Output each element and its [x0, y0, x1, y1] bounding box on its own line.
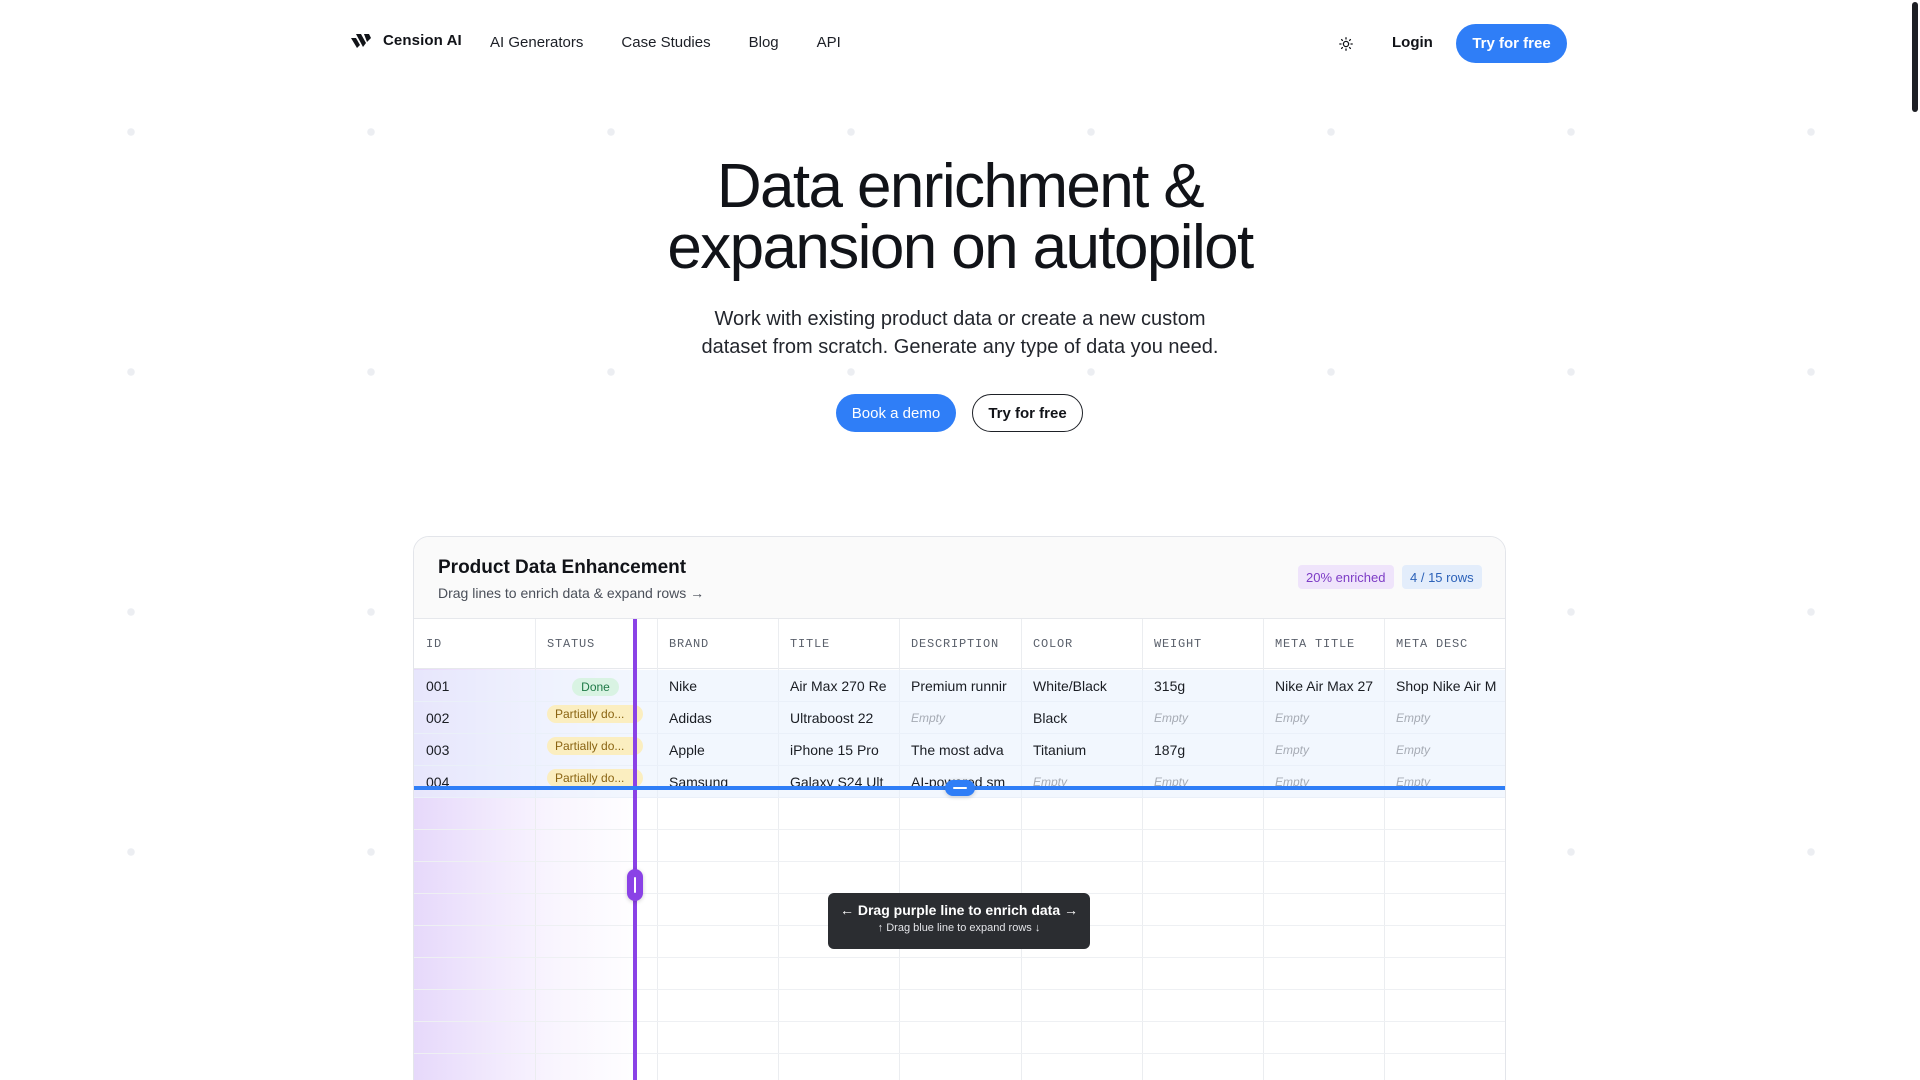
- sun-icon: [1339, 37, 1353, 51]
- cell-brand: Samsung: [669, 774, 729, 790]
- login-link[interactable]: Login: [1392, 34, 1433, 51]
- cell-weight: Empty: [1154, 775, 1189, 789]
- card-title: Product Data Enhancement: [438, 557, 687, 578]
- row-divider: [414, 1053, 1505, 1054]
- product-data-card: Product Data Enhancement Drag lines to e…: [413, 536, 1506, 1080]
- try-for-free-button[interactable]: Try for free: [972, 394, 1083, 432]
- card-hint: Drag lines to enrich data & expand rows …: [438, 585, 705, 601]
- hero-subtitle-line2: dataset from scratch. Generate any type …: [701, 336, 1219, 358]
- cell-description: Premium runnir: [911, 678, 1007, 694]
- try-for-free-nav-button[interactable]: Try for free: [1456, 24, 1567, 63]
- cell-meta-desc: Empty: [1396, 743, 1431, 757]
- column-divider: [1505, 619, 1506, 1080]
- cell-meta-desc: Empty: [1396, 775, 1431, 789]
- nav-link-case-studies[interactable]: Case Studies: [621, 34, 710, 51]
- column-header-brand: BRAND: [669, 637, 710, 651]
- column-header-status: STATUS: [547, 637, 596, 651]
- hero-subtitle-line1: Work with existing product data or creat…: [714, 308, 1206, 330]
- expand-drag-handle[interactable]: [945, 780, 975, 796]
- theme-toggle-button[interactable]: [1336, 34, 1356, 54]
- cell-meta-desc: Shop Nike Air M: [1396, 678, 1497, 694]
- tooltip-line-expand: ↑ Drag blue line to expand rows ↓: [877, 922, 1041, 934]
- cell-meta-title: Nike Air Max 27: [1275, 678, 1374, 694]
- cell-meta-title: Empty: [1275, 711, 1310, 725]
- rows-badge: 4 / 15 rows: [1402, 565, 1482, 589]
- status-badge: Partially do...: [547, 737, 643, 755]
- cell-weight: Empty: [1154, 711, 1189, 725]
- cell-title: Ultraboost 22: [790, 710, 874, 726]
- column-header-meta-desc: META DESC: [1396, 637, 1469, 651]
- scrollbar-thumb[interactable]: [1912, 2, 1918, 112]
- cell-brand: Adidas: [669, 710, 712, 726]
- nav-link-blog[interactable]: Blog: [749, 34, 779, 51]
- card-header: Product Data Enhancement Drag lines to e…: [414, 537, 1505, 619]
- column-header-description: DESCRIPTION: [911, 637, 1000, 651]
- table-row[interactable]: 001 Done Nike Air Max 270 Re Premium run…: [414, 670, 1505, 702]
- column-header-meta-title: META TITLE: [1275, 637, 1356, 651]
- cell-id: 003: [426, 742, 450, 758]
- brand-logo[interactable]: Cension AI: [351, 32, 462, 49]
- column-header-weight: WEIGHT: [1154, 637, 1203, 651]
- top-nav: Cension AI AI Generators Case Studies Bl…: [0, 0, 1920, 88]
- cell-color: Titanium: [1033, 742, 1087, 758]
- column-header-color: COLOR: [1033, 637, 1074, 651]
- hero-title: Data enrichment & expansion on autopilot: [560, 156, 1360, 279]
- cell-weight: 187g: [1154, 742, 1186, 758]
- row-divider: [414, 829, 1505, 830]
- hero-title-line1: Data enrichment &: [716, 152, 1205, 221]
- cell-id: 001: [426, 678, 450, 694]
- row-divider: [414, 957, 1505, 958]
- nav-link-api[interactable]: API: [817, 34, 841, 51]
- hero-subtitle: Work with existing product data or creat…: [660, 305, 1260, 361]
- cell-description: The most adva: [911, 742, 1004, 758]
- cell-meta-title: Empty: [1275, 775, 1310, 789]
- cell-brand: Apple: [669, 742, 705, 758]
- status-badge: Done: [572, 678, 619, 696]
- cension-logo-icon: [351, 33, 371, 48]
- hero-title-line2: expansion on autopilot: [667, 213, 1254, 282]
- row-divider: [414, 861, 1505, 862]
- cell-weight: 315g: [1154, 678, 1186, 694]
- book-demo-button[interactable]: Book a demo: [836, 394, 956, 432]
- enriched-badge: 20% enriched: [1298, 565, 1394, 589]
- nav-links: AI Generators Case Studies Blog API: [490, 34, 841, 51]
- cell-id: 002: [426, 710, 450, 726]
- row-divider: [414, 1021, 1505, 1022]
- status-badge: Partially do...: [547, 705, 643, 723]
- cell-title: iPhone 15 Pro: [790, 742, 879, 758]
- row-divider: [414, 989, 1505, 990]
- table-header: ID STATUS BRAND TITLE DESCRIPTION COLOR …: [414, 619, 1505, 669]
- cell-color: Black: [1033, 710, 1068, 726]
- table-row[interactable]: 003 Partially do... Apple iPhone 15 Pro …: [414, 734, 1505, 766]
- table-row[interactable]: 002 Partially do... Adidas Ultraboost 22…: [414, 702, 1505, 734]
- drag-instructions-tooltip: ← Drag purple line to enrich data → ↑ Dr…: [828, 893, 1090, 949]
- status-badge: Partially do...: [547, 769, 643, 787]
- tooltip-line-enrich: ← Drag purple line to enrich data →: [839, 902, 1079, 918]
- column-header-title: TITLE: [790, 637, 831, 651]
- cell-status: Partially do...: [535, 702, 656, 734]
- cell-color: Empty: [1033, 775, 1068, 789]
- cell-meta-desc: Empty: [1396, 711, 1431, 725]
- cell-status: Partially do...: [535, 734, 656, 766]
- column-header-id: ID: [426, 637, 443, 651]
- cell-id: 004: [426, 774, 450, 790]
- page-scrollbar[interactable]: [1908, 0, 1920, 1080]
- cell-status: Partially do...: [535, 766, 656, 798]
- nav-link-ai-generators[interactable]: AI Generators: [490, 34, 583, 51]
- cell-description: Empty: [911, 711, 946, 725]
- enrich-drag-handle[interactable]: [627, 869, 643, 901]
- cell-title: Air Max 270 Re: [790, 678, 887, 694]
- data-grid: ID STATUS BRAND TITLE DESCRIPTION COLOR …: [414, 619, 1506, 1080]
- cell-brand: Nike: [669, 678, 698, 694]
- cell-meta-title: Empty: [1275, 743, 1310, 757]
- cell-color: White/Black: [1033, 678, 1107, 694]
- brand-name: Cension AI: [383, 32, 462, 49]
- cell-title: Galaxy S24 Ult: [790, 774, 884, 790]
- cell-status: Done: [535, 670, 656, 702]
- enrich-drag-line[interactable]: [633, 619, 637, 1080]
